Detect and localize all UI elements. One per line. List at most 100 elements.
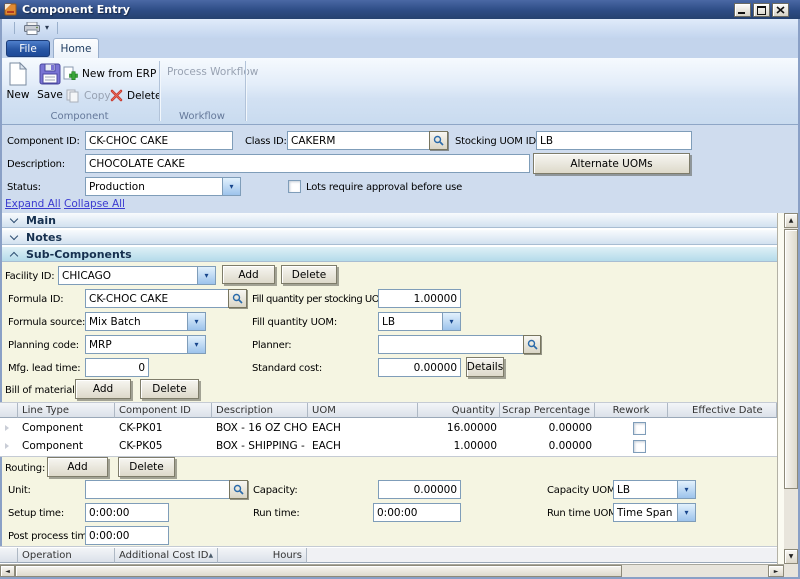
details-button[interactable]: Details bbox=[466, 357, 504, 377]
capacity-uom-select[interactable]: LB ▾ bbox=[613, 480, 696, 499]
new-from-erp-button[interactable]: New from ERP bbox=[63, 66, 156, 81]
chevron-down-icon[interactable]: ▾ bbox=[677, 504, 695, 521]
table-row[interactable]: Component CK-PK05 BOX - SHIPPING - CHC E… bbox=[0, 437, 777, 455]
bom-cell-line-type: Component bbox=[22, 440, 112, 452]
save-button[interactable]: Save bbox=[34, 62, 66, 101]
operations-header-additional-cost-id[interactable]: Additional Cost ID ▲ bbox=[115, 548, 218, 563]
lots-approval-checkbox[interactable] bbox=[288, 180, 301, 193]
routing-add-label: Add bbox=[67, 461, 87, 473]
setup-time-input[interactable] bbox=[85, 503, 169, 522]
delete-button[interactable]: Delete bbox=[110, 89, 162, 102]
formula-id-input[interactable] bbox=[85, 289, 229, 308]
facility-add-button[interactable]: Add bbox=[222, 265, 275, 284]
chevron-down-icon[interactable]: ▾ bbox=[442, 313, 460, 330]
bom-cell-line-type: Component bbox=[22, 422, 112, 434]
table-row[interactable]: Component CK-PK01 BOX - 16 OZ CHOCOLA EA… bbox=[0, 419, 777, 437]
facility-id-select[interactable]: CHICAGO ▾ bbox=[58, 266, 216, 285]
close-button[interactable] bbox=[772, 3, 789, 17]
facility-delete-button[interactable]: Delete bbox=[281, 265, 337, 284]
operations-header-hours[interactable]: Hours bbox=[218, 548, 307, 563]
chevron-down-icon[interactable]: ▾ bbox=[187, 313, 205, 330]
stocking-uom-input[interactable] bbox=[536, 131, 692, 150]
planner-input[interactable] bbox=[378, 335, 524, 354]
planning-code-select[interactable]: MRP ▾ bbox=[85, 335, 206, 354]
routing-delete-button[interactable]: Delete bbox=[118, 457, 175, 477]
status-select[interactable]: Production ▾ bbox=[85, 177, 241, 196]
print-button[interactable] bbox=[20, 21, 44, 36]
bom-header-uom[interactable]: UOM bbox=[308, 403, 418, 418]
bom-header-effective-date[interactable]: Effective Date bbox=[668, 403, 777, 418]
collapse-all-link[interactable]: Collapse All bbox=[64, 198, 125, 210]
scroll-down-button[interactable]: ▼ bbox=[784, 549, 798, 564]
bom-header-scrap[interactable]: Scrap Percentage bbox=[500, 403, 595, 418]
tab-file[interactable]: File bbox=[6, 40, 50, 57]
alternate-uoms-button[interactable]: Alternate UOMs bbox=[533, 153, 690, 174]
formula-id-lookup-button[interactable] bbox=[228, 289, 247, 308]
section-notes[interactable]: Notes bbox=[2, 230, 784, 245]
run-time-input[interactable] bbox=[373, 503, 461, 522]
horizontal-scroll-thumb[interactable] bbox=[15, 565, 622, 577]
copy-button[interactable]: Copy bbox=[66, 89, 111, 103]
class-id-lookup-button[interactable] bbox=[429, 131, 448, 150]
unit-input[interactable] bbox=[85, 480, 230, 499]
ribbon-group-component-label: Component bbox=[0, 111, 159, 122]
row-selector-icon bbox=[5, 425, 9, 431]
minimize-button[interactable] bbox=[734, 3, 751, 17]
run-time-uom-select[interactable]: Time Span ▾ bbox=[613, 503, 696, 522]
rework-checkbox[interactable] bbox=[633, 422, 646, 435]
bom-header-description[interactable]: Description bbox=[212, 403, 308, 418]
chevron-down-icon[interactable]: ▾ bbox=[222, 178, 240, 195]
bom-cell-uom: EACH bbox=[312, 440, 372, 452]
class-id-input[interactable] bbox=[287, 131, 430, 150]
chevron-down-icon[interactable]: ▾ bbox=[187, 336, 205, 353]
chevron-down-icon[interactable]: ▾ bbox=[197, 267, 215, 284]
section-main[interactable]: Main bbox=[2, 213, 784, 228]
vertical-scroll-thumb[interactable] bbox=[784, 229, 798, 489]
scroll-up-button[interactable]: ▲ bbox=[784, 213, 798, 228]
rework-checkbox[interactable] bbox=[633, 440, 646, 453]
routing-add-button[interactable]: Add bbox=[47, 457, 108, 477]
bom-delete-button[interactable]: Delete bbox=[140, 379, 199, 399]
post-process-time-input[interactable] bbox=[85, 526, 169, 545]
fill-qty-input[interactable] bbox=[378, 289, 461, 308]
unit-label: Unit: bbox=[8, 485, 31, 496]
unit-lookup-button[interactable] bbox=[229, 480, 248, 499]
title-bar[interactable]: Component Entry bbox=[0, 0, 800, 19]
mfg-lead-time-input[interactable] bbox=[85, 358, 149, 377]
chevron-down-icon[interactable]: ▾ bbox=[677, 481, 695, 498]
maximize-button[interactable] bbox=[753, 3, 770, 17]
tab-home-label: Home bbox=[60, 43, 91, 55]
bom-add-button[interactable]: Add bbox=[75, 379, 131, 399]
operations-header-operation[interactable]: Operation bbox=[18, 548, 115, 563]
planning-code-label: Planning code: bbox=[8, 340, 79, 351]
mfg-lead-time-label: Mfg. lead time: bbox=[8, 363, 80, 374]
scroll-right-button[interactable]: ► bbox=[768, 565, 784, 577]
bom-header-quantity[interactable]: Quantity bbox=[418, 403, 500, 418]
formula-source-select[interactable]: Mix Batch ▾ bbox=[85, 312, 206, 331]
bom-header-rework[interactable]: Rework bbox=[595, 403, 668, 418]
planner-lookup-button[interactable] bbox=[523, 335, 541, 354]
standard-cost-input[interactable] bbox=[378, 358, 461, 377]
bom-cell-component-id: CK-PK05 bbox=[119, 440, 209, 452]
tab-home[interactable]: Home bbox=[53, 38, 99, 58]
scroll-left-button[interactable]: ◄ bbox=[0, 565, 15, 577]
ribbon-group-workflow-label: Workflow bbox=[159, 111, 245, 122]
section-sub-components[interactable]: Sub-Components bbox=[2, 247, 784, 262]
bom-delete-label: Delete bbox=[152, 383, 187, 395]
description-input[interactable] bbox=[85, 154, 530, 173]
facility-delete-label: Delete bbox=[292, 269, 327, 281]
bom-header-component-id[interactable]: Component ID bbox=[115, 403, 212, 418]
bom-header-line-type[interactable]: Line Type bbox=[18, 403, 115, 418]
capacity-input[interactable] bbox=[378, 480, 461, 499]
scroll-right-icon: ► bbox=[774, 568, 779, 575]
fill-uom-select[interactable]: LB ▾ bbox=[378, 312, 461, 331]
fill-qty-label: Fill quantity per stocking UOM: bbox=[252, 294, 390, 305]
bom-cell-description: BOX - SHIPPING - CHC bbox=[216, 440, 308, 452]
magnifier-icon bbox=[233, 484, 244, 495]
component-id-input[interactable] bbox=[85, 131, 233, 150]
expand-all-link[interactable]: Expand All bbox=[5, 198, 61, 210]
new-button[interactable]: New bbox=[2, 62, 34, 101]
bom-cell-scrap: 0.00000 bbox=[500, 422, 592, 434]
qat-dropdown-icon[interactable]: ▾ bbox=[45, 23, 49, 32]
operations-header-selector bbox=[0, 548, 18, 563]
